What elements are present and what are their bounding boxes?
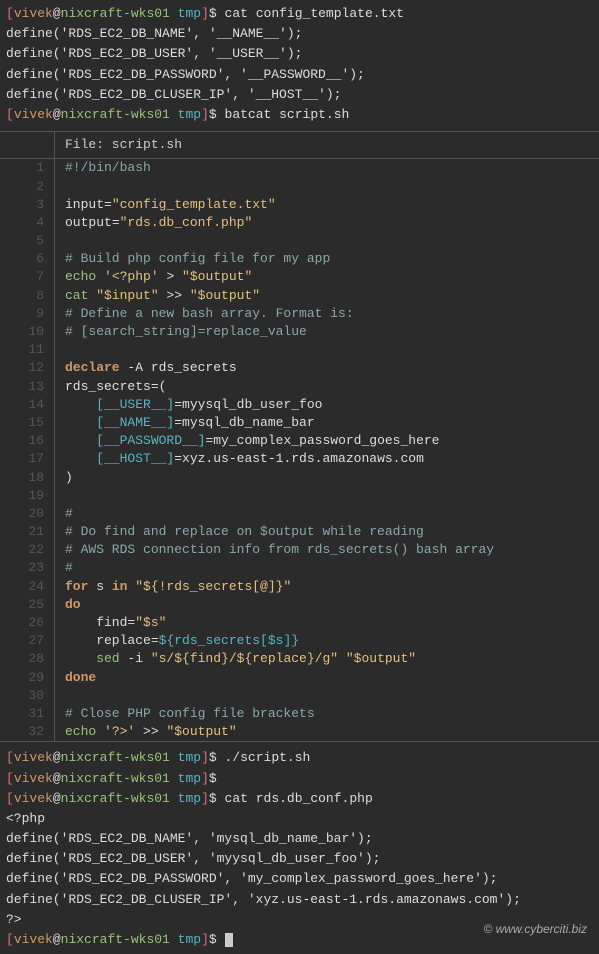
- code-line: rds_secrets=(: [55, 378, 166, 396]
- output-line: define('RDS_EC2_DB_USER', '__USER__');: [6, 44, 593, 64]
- code-line: # AWS RDS connection info from rds_secre…: [55, 541, 494, 559]
- output-line: define('RDS_EC2_DB_CLUSER_IP', 'xyz.us-e…: [6, 890, 593, 910]
- code-line: # Define a new bash array. Format is:: [55, 305, 354, 323]
- code-line: #: [55, 559, 73, 577]
- output-line: <?php: [6, 809, 593, 829]
- prompt-line: [vivek@nixcraft-wks01 tmp]$ cat config_t…: [6, 4, 593, 24]
- output-line: define('RDS_EC2_DB_NAME', 'mysql_db_name…: [6, 829, 593, 849]
- prompt-line: [vivek@nixcraft-wks01 tmp]$ cat rds.db_c…: [6, 789, 593, 809]
- batcat-header: File: script.sh: [0, 132, 599, 159]
- code-line: echo '<?php' > "$output": [55, 268, 252, 286]
- code-line: [__NAME__]=mysql_db_name_bar: [55, 414, 315, 432]
- output-line: define('RDS_EC2_DB_PASSWORD', 'my_comple…: [6, 869, 593, 889]
- prompt-line: [vivek@nixcraft-wks01 tmp]$ ./script.sh: [6, 748, 593, 768]
- output-line: define('RDS_EC2_DB_CLUSER_IP', '__HOST__…: [6, 85, 593, 105]
- code-line: #: [55, 505, 73, 523]
- code-line: # Build php config file for my app: [55, 250, 330, 268]
- code-line: [__PASSWORD__]=my_complex_password_goes_…: [55, 432, 440, 450]
- code-line: [__HOST__]=xyz.us-east-1.rds.amazonaws.c…: [55, 450, 424, 468]
- code-line: [__USER__]=myysql_db_user_foo: [55, 396, 322, 414]
- code-line: declare -A rds_secrets: [55, 359, 237, 377]
- code-line: do: [55, 596, 81, 614]
- code-line: output="rds.db_conf.php": [55, 214, 252, 232]
- code-line: done: [55, 669, 96, 687]
- output-line: define('RDS_EC2_DB_NAME', '__NAME__');: [6, 24, 593, 44]
- code-line: echo '?>' >> "$output": [55, 723, 237, 741]
- code-line: for s in "${!rds_secrets[@]}": [55, 578, 291, 596]
- code-line: # [search_string]=replace_value: [55, 323, 307, 341]
- cursor-icon: [225, 933, 233, 947]
- code-line: # Do find and replace on $output while r…: [55, 523, 424, 541]
- batcat-view: File: script.sh 1#!/bin/bash 2 3input="c…: [0, 131, 599, 742]
- code-line: sed -i "s/${find}/${replace}/g" "$output…: [55, 650, 416, 668]
- file-label: File: script.sh: [55, 132, 192, 158]
- code-line: # Close PHP config file brackets: [55, 705, 315, 723]
- code-line: cat "$input" >> "$output": [55, 287, 260, 305]
- line-number: 1: [0, 159, 55, 177]
- code-line: ): [55, 469, 73, 487]
- watermark: © www.cyberciti.biz: [483, 921, 587, 938]
- terminal-output: [vivek@nixcraft-wks01 tmp]$ cat config_t…: [0, 0, 599, 129]
- code-line: #!/bin/bash: [55, 159, 151, 177]
- code-line: replace=${rds_secrets[$s]}: [55, 632, 299, 650]
- prompt-line: [vivek@nixcraft-wks01 tmp]$: [6, 769, 593, 789]
- code-line: find="$s": [55, 614, 166, 632]
- output-line: define('RDS_EC2_DB_USER', 'myysql_db_use…: [6, 849, 593, 869]
- code-line: input="config_template.txt": [55, 196, 276, 214]
- prompt-line: [vivek@nixcraft-wks01 tmp]$ batcat scrip…: [6, 105, 593, 125]
- output-line: define('RDS_EC2_DB_PASSWORD', '__PASSWOR…: [6, 65, 593, 85]
